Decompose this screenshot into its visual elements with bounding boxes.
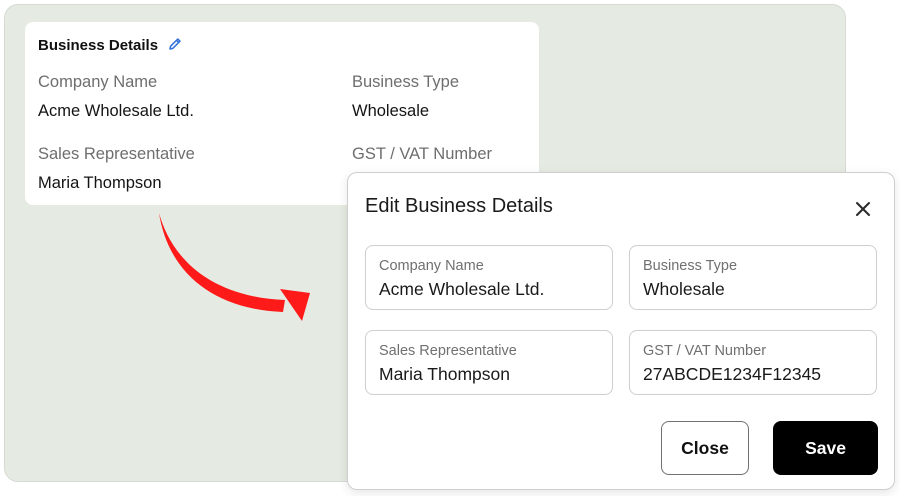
gst-vat-input[interactable]: [643, 364, 868, 385]
sales-rep-value: Maria Thompson: [38, 174, 162, 192]
close-button[interactable]: Close: [661, 421, 749, 475]
business-type-label: Business Type: [352, 73, 460, 91]
pencil-icon[interactable]: [167, 36, 183, 52]
business-type-field-label: Business Type: [643, 258, 738, 274]
sales-rep-field-label: Sales Representative: [379, 343, 517, 359]
company-name-label: Company Name: [38, 73, 158, 91]
curved-arrow-icon: [159, 213, 310, 321]
sales-rep-field: Sales Representative: [365, 330, 613, 395]
sales-rep-input[interactable]: [379, 364, 604, 385]
save-button[interactable]: Save: [773, 421, 878, 475]
company-name-value: Acme Wholesale Ltd.: [38, 102, 194, 120]
gst-vat-label: GST / VAT Number: [352, 145, 492, 163]
company-name-input[interactable]: [379, 279, 604, 300]
sales-rep-label: Sales Representative: [38, 145, 195, 163]
business-type-field: Business Type: [629, 245, 877, 310]
gst-vat-field-label: GST / VAT Number: [643, 343, 767, 359]
company-name-field-label: Company Name: [379, 258, 484, 274]
business-details-title: Business Details: [38, 37, 159, 54]
dialog-title: Edit Business Details: [365, 195, 553, 217]
edit-business-details-dialog: Edit Business Details Company Name Busin…: [347, 172, 895, 490]
close-icon[interactable]: [852, 198, 874, 220]
gst-vat-field: GST / VAT Number: [629, 330, 877, 395]
company-name-field: Company Name: [365, 245, 613, 310]
business-type-value: Wholesale: [352, 102, 430, 120]
business-type-input[interactable]: [643, 279, 868, 300]
